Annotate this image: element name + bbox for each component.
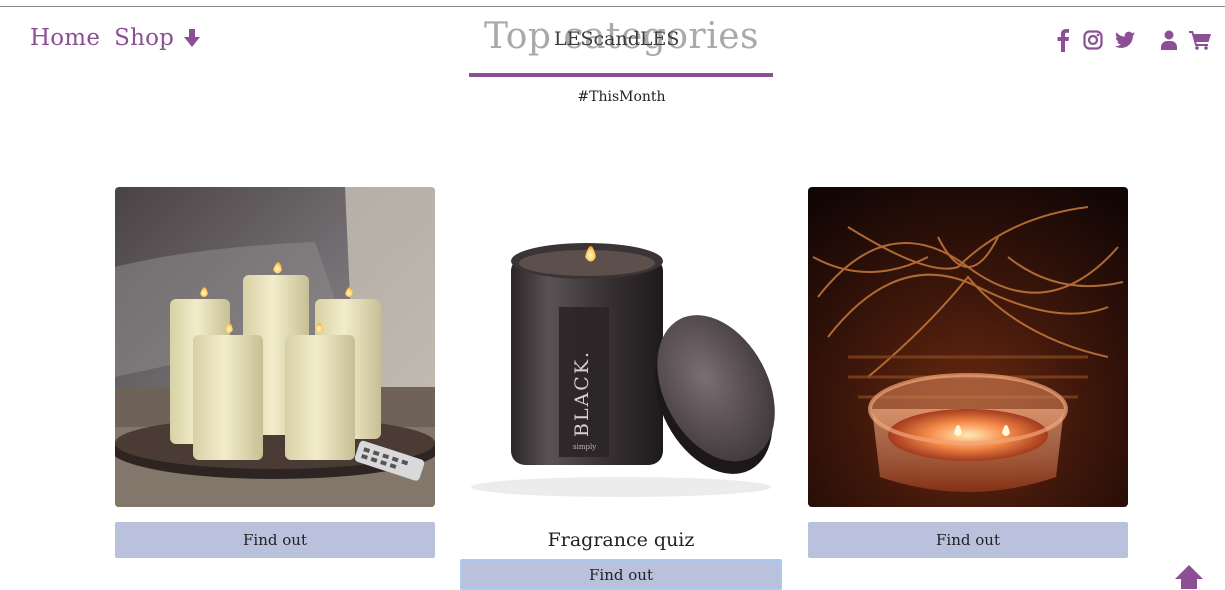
svg-text:simply: simply xyxy=(573,443,596,451)
title-underline xyxy=(469,73,773,77)
section-subtitle: #ThisMonth xyxy=(577,89,666,105)
nav-home-link[interactable]: Home xyxy=(30,25,100,51)
twitter-icon[interactable] xyxy=(1115,31,1135,49)
find-out-button-1[interactable]: Find out xyxy=(115,522,435,558)
svg-text:BLACK.: BLACK. xyxy=(571,350,593,437)
main-nav: Home Shop xyxy=(30,25,202,51)
nav-home-label: Home xyxy=(30,25,101,51)
card-image-glass-jar-candle[interactable] xyxy=(808,187,1128,507)
facebook-icon[interactable] xyxy=(1057,28,1069,52)
nav-shop-label: Shop xyxy=(114,25,175,51)
find-out-button-2[interactable]: Find out xyxy=(460,559,782,590)
header-icons xyxy=(1057,28,1211,52)
arrow-up-icon[interactable] xyxy=(1175,565,1203,589)
brand-name[interactable]: LEScandLES xyxy=(554,28,679,50)
cart-icon[interactable] xyxy=(1189,30,1211,50)
card-image-pillar-candles[interactable] xyxy=(115,187,435,507)
arrow-down-icon xyxy=(182,28,202,48)
user-icon[interactable] xyxy=(1161,30,1177,50)
card-caption-fragrance-quiz: Fragrance quiz xyxy=(547,529,695,551)
top-border xyxy=(0,6,1225,7)
instagram-icon[interactable] xyxy=(1083,30,1103,50)
card-image-black-candle[interactable]: BLACK. simply xyxy=(461,187,781,507)
find-out-button-3[interactable]: Find out xyxy=(808,522,1128,558)
nav-shop-link[interactable]: Shop xyxy=(114,25,202,51)
